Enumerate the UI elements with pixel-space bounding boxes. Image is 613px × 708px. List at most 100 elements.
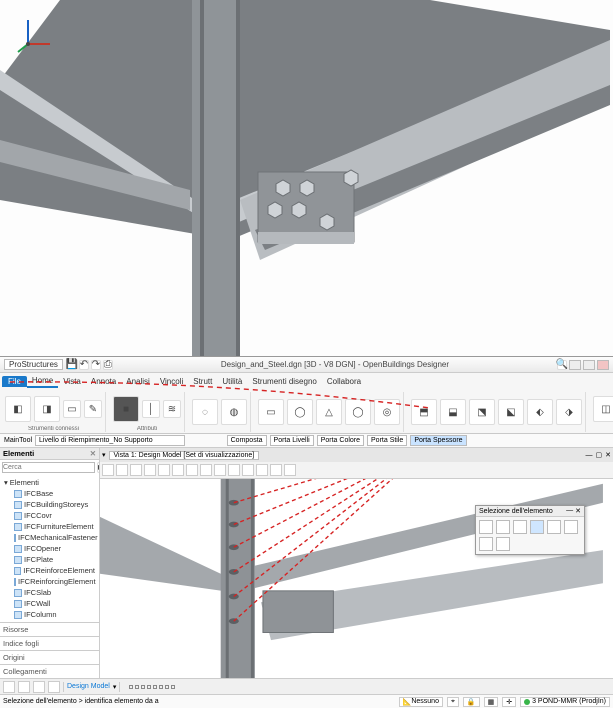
window-close-button[interactable] [597, 360, 609, 370]
tree-item[interactable]: IFColumn [12, 609, 97, 620]
estrudi-asse-icon[interactable]: ⬔ [469, 399, 495, 425]
status-snap-icon[interactable]: ⌖ [447, 697, 459, 707]
selection-palette[interactable]: Selezione dell'elemento — ✕ [475, 505, 585, 555]
explorer-tree[interactable]: ▾Elementi IFCBase IFCBuildingStoreys IFC… [0, 475, 99, 622]
explorer-section-indice[interactable]: Indice fogli [0, 636, 99, 650]
tool-attach-icon[interactable]: ◨ [34, 396, 60, 422]
view-tool-icon[interactable] [130, 464, 142, 476]
palette-tool-icon[interactable] [530, 520, 544, 534]
tool-explorer-icon[interactable]: ◧ [5, 396, 31, 422]
view-tool-icon[interactable] [102, 464, 114, 476]
ribbon-tab-vista[interactable]: Vista [58, 376, 86, 387]
subbar-layer-dropdown[interactable]: Livello di Riempimento_No Supporto [35, 435, 185, 446]
palette-tool-icon[interactable] [564, 520, 578, 534]
status-grid-icon[interactable]: ▦ [484, 697, 499, 707]
ribbon-tab-home[interactable]: Home [27, 375, 58, 388]
view-max-icon[interactable]: ▢ [596, 451, 603, 459]
explorer-section-origini[interactable]: Origini [0, 650, 99, 664]
ribbon-tab-strumenti[interactable]: Strumenti disegno [247, 376, 321, 387]
tree-item[interactable]: IFCReinforcingElement [12, 576, 97, 587]
ribbon-tab-vincoli[interactable]: Vincoli [155, 376, 188, 387]
modifica-icon[interactable]: ◌ [192, 399, 218, 425]
palette-tool-icon[interactable] [496, 537, 510, 551]
tree-item[interactable]: IFCWall [12, 598, 97, 609]
ribbon-tab-collabora[interactable]: Collabora [322, 376, 366, 387]
cilindro-icon[interactable]: ◯ [287, 399, 313, 425]
qat-save-icon[interactable]: 💾 [67, 360, 77, 370]
parallelepipedo-icon[interactable]: ▭ [258, 399, 284, 425]
palette-tool-icon[interactable] [479, 520, 493, 534]
tool-a-icon[interactable]: ▭ [63, 400, 81, 418]
tree-item[interactable]: IFCPlate [12, 554, 97, 565]
breadcrumb-dropdown-icon[interactable]: ▾ [113, 683, 117, 691]
qat-workflow-dropdown[interactable]: ProStructures [4, 359, 63, 370]
explorer-close-icon[interactable]: ✕ [90, 449, 96, 458]
lineweight-icon[interactable]: ≋ [163, 400, 181, 418]
view-tool-icon[interactable] [270, 464, 282, 476]
view-tab-1[interactable]: Vista 1: Design Model [Set di visualizza… [109, 451, 260, 460]
chip-porta-stile[interactable]: Porta Stile [367, 435, 407, 446]
status-lock-icon[interactable]: 🔒 [463, 697, 480, 707]
view-tool-icon[interactable] [186, 464, 198, 476]
tree-item[interactable]: IFCCovr [12, 510, 97, 521]
sfera-icon[interactable]: ◯ [345, 399, 371, 425]
view-num-btn[interactable] [147, 685, 151, 689]
tree-item[interactable]: IFCOpener [12, 543, 97, 554]
ribbon-tab-utilita[interactable]: Utilità [217, 376, 247, 387]
palette-tool-icon[interactable] [479, 537, 493, 551]
ruota-icon[interactable]: ⬕ [498, 399, 524, 425]
tree-root[interactable]: ▾Elementi [2, 477, 97, 488]
chip-composta[interactable]: Composta [227, 435, 267, 446]
palette-close-icon[interactable]: ✕ [575, 507, 581, 515]
nav-icon[interactable] [48, 681, 60, 693]
toro-icon[interactable]: ◎ [374, 399, 400, 425]
upper-3d-closeup-viewport[interactable] [0, 0, 613, 356]
ribbon-tab-annota[interactable]: Annota [86, 376, 121, 387]
status-axis-icon[interactable]: ✛ [502, 697, 516, 707]
linestyle-icon[interactable]: │ [142, 400, 160, 418]
ribbon-tab-analisi[interactable]: Analisi [121, 376, 155, 387]
model-breadcrumb[interactable]: Design Model [67, 683, 110, 690]
color-swatch-icon[interactable]: ■ [113, 396, 139, 422]
chip-porta-livelli[interactable]: Porta Livelli [270, 435, 314, 446]
view-num-btn[interactable] [153, 685, 157, 689]
chip-porta-colore[interactable]: Porta Colore [317, 435, 364, 446]
qat-redo-icon[interactable]: ↷ [91, 360, 101, 370]
view-tool-icon[interactable] [256, 464, 268, 476]
explorer-section-collegamenti[interactable]: Collegamenti [0, 664, 99, 678]
explorer-section-risorse[interactable]: Risorse [0, 622, 99, 636]
view-tool-icon[interactable] [158, 464, 170, 476]
view-num-btn[interactable] [159, 685, 163, 689]
nav-icon[interactable] [18, 681, 30, 693]
view-close-icon[interactable]: ✕ [605, 451, 611, 459]
nav-icon[interactable] [33, 681, 45, 693]
window-min-button[interactable] [569, 360, 581, 370]
view-prev-icon[interactable]: ▾ [102, 451, 106, 459]
cono-icon[interactable]: △ [316, 399, 342, 425]
explorer-header[interactable]: Elementi ✕ [0, 448, 99, 460]
qat-print-icon[interactable]: ⎙ [103, 360, 113, 370]
main-3d-viewport[interactable]: Selezione dell'elemento — ✕ [100, 479, 613, 678]
view-num-btn[interactable] [165, 685, 169, 689]
view-min-icon[interactable]: — [586, 452, 593, 459]
qat-undo-icon[interactable]: ↶ [79, 360, 89, 370]
nav-icon[interactable] [3, 681, 15, 693]
solidi-icon[interactable]: ⬒ [411, 399, 437, 425]
spessore-icon[interactable]: ⬖ [527, 399, 553, 425]
view-tool-icon[interactable] [144, 464, 156, 476]
view-tool-icon[interactable] [116, 464, 128, 476]
tree-item[interactable]: IFCMechanicalFastener [12, 532, 97, 543]
status-model[interactable]: 3 POND-MMR (ProdjIn) [520, 697, 610, 707]
ricostruisci-icon[interactable]: ◫ [593, 396, 613, 422]
palette-tool-icon[interactable] [547, 520, 561, 534]
tool-b-icon[interactable]: ✎ [84, 400, 102, 418]
window-max-button[interactable] [583, 360, 595, 370]
view-tool-icon[interactable] [200, 464, 212, 476]
palette-min-icon[interactable]: — [566, 507, 573, 515]
tree-item[interactable]: IFCSlab [12, 587, 97, 598]
view-tool-icon[interactable] [284, 464, 296, 476]
view-num-btn[interactable] [171, 685, 175, 689]
chip-porta-spessore[interactable]: Porta Spessore [410, 435, 466, 446]
palette-tool-icon[interactable] [496, 520, 510, 534]
view-num-btn[interactable] [135, 685, 139, 689]
